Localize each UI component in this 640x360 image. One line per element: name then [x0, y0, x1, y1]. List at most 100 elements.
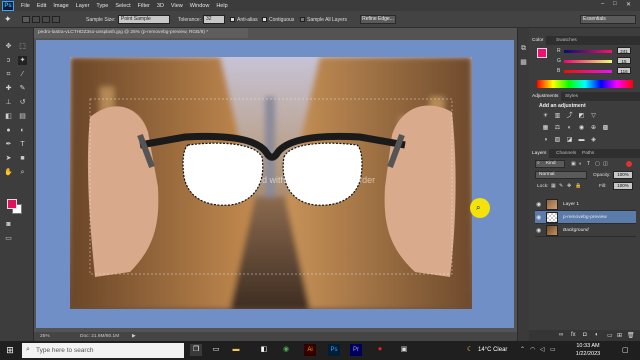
threshold-icon[interactable]: ◪	[565, 136, 574, 144]
history-panel-icon[interactable]: ⧉	[519, 44, 528, 53]
hue-saturation-icon[interactable]: ▦	[541, 124, 550, 132]
minimize-icon[interactable]: –	[601, 1, 604, 7]
intersect-selection-icon[interactable]	[52, 16, 60, 23]
chrome-icon[interactable]: ◉	[280, 344, 292, 356]
opacity-input[interactable]: 100%	[613, 171, 633, 179]
brightness-contrast-icon[interactable]: ☀	[541, 112, 550, 120]
channel-mixer-icon[interactable]: ⊕	[589, 124, 598, 132]
document-canvas-photo[interactable]: Recorded with iTop Screen Recorder	[70, 57, 472, 309]
blue-slider[interactable]	[564, 70, 612, 73]
selective-color-icon[interactable]: ◈	[589, 136, 598, 144]
layer-row[interactable]: ◉ Background	[535, 224, 636, 237]
tab-styles[interactable]: Styles	[562, 92, 581, 101]
screen-recorder-icon[interactable]: ⏺	[374, 344, 386, 356]
red-value-input[interactable]: 241	[617, 47, 631, 54]
sample-all-layers-checkbox[interactable]	[300, 17, 305, 22]
lock-image-icon[interactable]: ✎	[559, 183, 563, 189]
layer-name[interactable]: p-removebg-preview	[563, 215, 607, 220]
taskbar-search-box[interactable]: Type here to search	[22, 343, 184, 358]
layer-name[interactable]: Background	[563, 228, 589, 233]
weather-icon[interactable]: ☾	[464, 344, 476, 356]
store-icon[interactable]: ◧	[258, 344, 270, 356]
blue-value-input[interactable]: 116	[617, 67, 631, 74]
filter-shape-icon[interactable]: ▢	[595, 161, 600, 167]
contiguous-checkbox[interactable]	[262, 17, 267, 22]
menu-3d[interactable]: 3D	[157, 3, 164, 9]
zoom-tool-icon[interactable]: ⌕	[18, 168, 27, 177]
vibrance-icon[interactable]: ▽	[589, 112, 598, 120]
lock-all-icon[interactable]: 🔒	[575, 183, 581, 189]
menu-filter[interactable]: Filter	[138, 3, 150, 9]
layer-row-selected[interactable]: ◉ p-removebg-preview	[535, 211, 636, 224]
history-brush-icon[interactable]: ↺	[18, 98, 27, 107]
new-group-icon[interactable]: ▭	[607, 332, 613, 339]
new-layer-icon[interactable]: ⊞	[617, 332, 622, 339]
red-slider[interactable]	[564, 50, 612, 53]
tolerance-input[interactable]: 32	[203, 15, 225, 24]
eyedropper-tool-icon[interactable]: ⁄	[18, 70, 27, 79]
maximize-icon[interactable]: □	[613, 1, 617, 7]
clock-time[interactable]: 10:33 AM	[566, 343, 610, 349]
brush-tool-icon[interactable]: ✎	[18, 84, 27, 93]
layer-style-icon[interactable]: fx	[571, 332, 576, 338]
magic-wand-icon[interactable]: ✦	[18, 56, 27, 65]
color-spectrum-ramp[interactable]	[537, 80, 633, 88]
tab-layers[interactable]: Layers	[529, 149, 550, 158]
subtract-selection-icon[interactable]	[42, 16, 50, 23]
menu-view[interactable]: View	[171, 3, 183, 9]
tab-swatches[interactable]: Swatches	[553, 36, 580, 45]
menu-select[interactable]: Select	[115, 3, 130, 9]
add-selection-icon[interactable]	[32, 16, 40, 23]
zoom-level[interactable]: 25%	[40, 332, 50, 341]
magic-wand-tool-icon[interactable]: ✦	[4, 14, 12, 25]
filter-toggle-icon[interactable]	[626, 161, 632, 167]
type-tool-icon[interactable]: T	[18, 140, 27, 149]
status-menu-arrow-icon[interactable]: ▶	[132, 332, 136, 341]
volume-icon[interactable]: ◁	[540, 346, 545, 353]
blend-mode-dropdown[interactable]: Normal	[535, 171, 587, 179]
delete-layer-icon[interactable]: 🗑	[627, 332, 635, 339]
dodge-tool-icon[interactable]: ◐	[18, 126, 27, 135]
curves-icon[interactable]: ⤴	[565, 112, 574, 120]
exposure-icon[interactable]: ◩	[577, 112, 586, 120]
filter-type-icon[interactable]: T	[587, 161, 590, 167]
filter-pixel-icon[interactable]: ▣	[571, 161, 576, 167]
gradient-tool-icon[interactable]: ▤	[18, 112, 27, 121]
levels-icon[interactable]: ▥	[553, 112, 562, 120]
quick-mask-icon[interactable]: ◙	[4, 220, 13, 229]
task-view-icon[interactable]: ❐	[190, 344, 202, 356]
tray-chevron-icon[interactable]: ⌃	[520, 346, 525, 353]
visibility-eye-icon[interactable]: ◉	[536, 214, 541, 221]
keyboard-icon[interactable]: ▭	[550, 346, 556, 353]
pen-tool-icon[interactable]: ✒	[4, 140, 13, 149]
app-icon[interactable]: ▣	[398, 344, 410, 356]
menu-edit[interactable]: Edit	[37, 3, 46, 9]
invert-icon[interactable]: ◑	[541, 136, 550, 144]
menu-file[interactable]: File	[21, 3, 30, 9]
crop-tool-icon[interactable]: ⌗	[4, 70, 13, 79]
folder-icon[interactable]: ▬	[230, 344, 242, 356]
lock-position-icon[interactable]: ✥	[567, 183, 571, 189]
layer-name[interactable]: Layer 1	[563, 202, 579, 207]
photoshop-taskbar-icon[interactable]: Ps	[328, 344, 340, 356]
weather-text[interactable]: 14°C Clear	[478, 347, 507, 353]
marquee-tool-icon[interactable]: ⬚	[18, 42, 27, 51]
lock-transparent-icon[interactable]: ▦	[551, 183, 556, 189]
anti-alias-checkbox[interactable]	[230, 17, 235, 22]
eraser-tool-icon[interactable]: ◧	[4, 112, 13, 121]
tab-color[interactable]: Color	[529, 36, 547, 45]
wifi-icon[interactable]: ◠	[530, 346, 535, 353]
posterize-icon[interactable]: ▨	[553, 136, 562, 144]
workspace-dropdown[interactable]: Essentials	[580, 15, 636, 24]
menu-type[interactable]: Type	[96, 3, 108, 9]
lasso-tool-icon[interactable]: ↄ	[4, 56, 13, 65]
foreground-color-swatch[interactable]	[7, 199, 17, 209]
green-value-input[interactable]: 15	[617, 57, 631, 64]
file-explorer-icon[interactable]: ▭	[210, 344, 222, 356]
notifications-icon[interactable]: ▢	[622, 346, 629, 354]
document-tab[interactable]: pedro-lastra-vLCTHDZ3so-unsplash.jpg @ 2…	[34, 28, 248, 38]
windows-start-icon[interactable]: ⊞	[4, 344, 16, 356]
menu-image[interactable]: Image	[53, 3, 68, 9]
new-adjustment-icon[interactable]: ◐	[595, 332, 599, 338]
hand-tool-icon[interactable]: ✋	[4, 168, 13, 177]
